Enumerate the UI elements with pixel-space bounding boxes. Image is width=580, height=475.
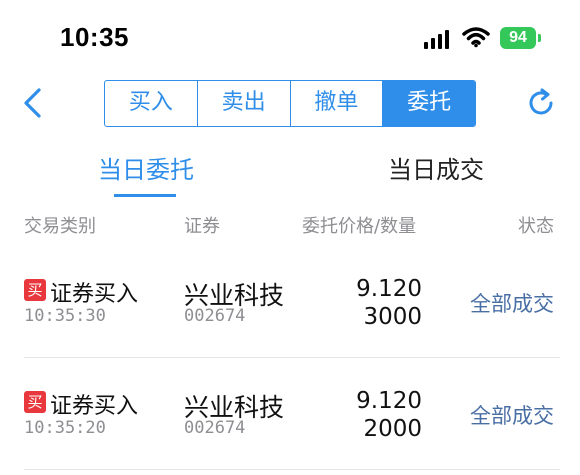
order-quantity: 3000: [363, 304, 422, 330]
header-trade-type: 交易类别: [24, 216, 96, 237]
refresh-icon[interactable]: [524, 86, 558, 120]
tab-buy[interactable]: 买入: [105, 81, 198, 126]
table-row[interactable]: 买 证券买入 10:35:30 兴业科技 002674 9.120 3000 全…: [0, 246, 580, 358]
security-code: 002674: [184, 306, 246, 326]
battery-level: 94: [500, 27, 536, 49]
subtab-active-indicator: [114, 194, 176, 197]
order-price: 9.120: [356, 276, 422, 302]
order-quantity: 2000: [363, 416, 422, 442]
trade-segment-control: 买入 卖出 撤单 委托: [104, 80, 476, 127]
buy-badge: 买: [24, 391, 46, 413]
trade-type: 证券买入: [50, 282, 139, 307]
battery-icon: 94: [500, 27, 542, 49]
cellular-signal-icon: [424, 30, 449, 49]
subtab-today-trades[interactable]: 当日成交: [388, 150, 484, 185]
header-status: 状态: [518, 216, 554, 237]
row-divider: [24, 469, 560, 470]
order-price: 9.120: [356, 388, 422, 414]
battery-cap: [538, 34, 541, 42]
status-bar: 10:35 94: [0, 0, 580, 80]
tab-cancel-order[interactable]: 撤单: [291, 81, 384, 126]
order-status: 全部成交: [470, 404, 554, 428]
status-time: 10:35: [60, 22, 129, 52]
table-row[interactable]: 买 证券买入 10:35:20 兴业科技 002674 9.120 2000 全…: [0, 358, 580, 470]
order-status: 全部成交: [470, 292, 554, 316]
wifi-icon: [462, 27, 490, 48]
tab-sell[interactable]: 卖出: [198, 81, 291, 126]
chevron-left-icon[interactable]: [18, 86, 48, 120]
security-code: 002674: [184, 418, 246, 438]
tab-orders[interactable]: 委托: [383, 81, 475, 126]
header-price-quantity: 委托价格/数量: [302, 216, 417, 237]
buy-badge: 买: [24, 279, 46, 301]
trade-type: 证券买入: [50, 394, 139, 419]
header-security: 证券: [184, 216, 220, 237]
order-time: 10:35:30: [24, 306, 106, 326]
order-time: 10:35:20: [24, 418, 106, 438]
subtab-today-orders[interactable]: 当日委托: [98, 150, 194, 185]
